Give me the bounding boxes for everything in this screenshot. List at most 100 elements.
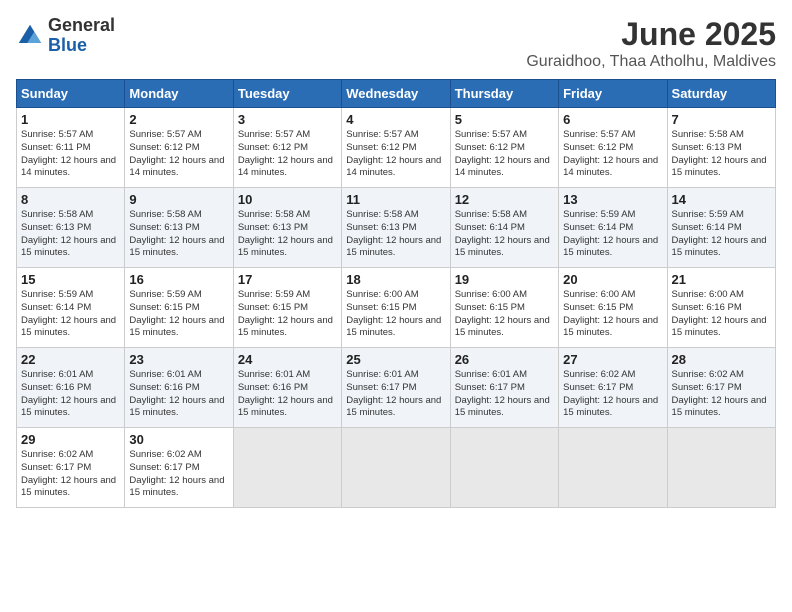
calendar-cell: 28 Sunrise: 6:02 AMSunset: 6:17 PMDayligh… (667, 348, 775, 428)
day-number: 12 (455, 192, 554, 207)
logo-general: General (48, 15, 115, 35)
day-number: 18 (346, 272, 445, 287)
day-number: 13 (563, 192, 662, 207)
calendar-cell: 30 Sunrise: 6:02 AMSunset: 6:17 PMDayligh… (125, 428, 233, 508)
day-info: Sunrise: 5:59 AMSunset: 6:14 PMDaylight:… (563, 209, 662, 260)
day-number: 24 (238, 352, 337, 367)
day-number: 7 (672, 112, 771, 127)
calendar-cell: 5Sunrise: 5:57 AMSunset: 6:12 PMDaylight… (450, 108, 558, 188)
day-number: 26 (455, 352, 554, 367)
calendar-cell: 4 Sunrise: 5:57 AMSunset: 6:12 PMDaylight… (342, 108, 450, 188)
day-info: Sunrise: 5:57 AMSunset: 6:12 PMDaylight:… (346, 129, 445, 180)
calendar-cell: 7 Sunrise: 5:58 AMSunset: 6:13 PMDaylight… (667, 108, 775, 188)
calendar-cell: 22Sunrise: 6:01 AMSunset: 6:16 PMDayligh… (17, 348, 125, 428)
calendar-table: Sunday Monday Tuesday Wednesday Thursday… (16, 79, 776, 508)
calendar-cell: 20 Sunrise: 6:00 AMSunset: 6:15 PMDayligh… (559, 268, 667, 348)
calendar-cell: 21Sunrise: 6:00 AMSunset: 6:16 PMDayligh… (667, 268, 775, 348)
day-info: Sunrise: 6:02 AMSunset: 6:17 PMDaylight:… (563, 369, 662, 420)
calendar-cell: 19Sunrise: 6:00 AMSunset: 6:15 PMDayligh… (450, 268, 558, 348)
day-info: Sunrise: 5:58 AMSunset: 6:14 PMDaylight:… (455, 209, 554, 260)
calendar-cell (233, 428, 341, 508)
calendar-cell: 29 Sunrise: 6:02 AMSunset: 6:17 PMDayligh… (17, 428, 125, 508)
calendar-cell (559, 428, 667, 508)
day-info: Sunrise: 5:57 AMSunset: 6:12 PMDaylight:… (129, 129, 228, 180)
calendar-cell: 2 Sunrise: 5:57 AMSunset: 6:12 PMDaylight… (125, 108, 233, 188)
day-info: Sunrise: 5:57 AMSunset: 6:12 PMDaylight:… (238, 129, 337, 180)
day-number: 25 (346, 352, 445, 367)
calendar-cell: 23 Sunrise: 6:01 AMSunset: 6:16 PMDayligh… (125, 348, 233, 428)
th-thursday: Thursday (450, 80, 558, 108)
day-number: 23 (129, 352, 228, 367)
day-info: Sunrise: 6:00 AMSunset: 6:15 PMDaylight:… (563, 289, 662, 340)
header: General Blue June 2025 Guraidhoo, Thaa A… (16, 16, 776, 71)
day-number: 20 (563, 272, 662, 287)
calendar-cell: 8 Sunrise: 5:58 AMSunset: 6:13 PMDaylight… (17, 188, 125, 268)
day-info: Sunrise: 6:01 AMSunset: 6:16 PMDaylight:… (129, 369, 228, 420)
calendar-cell: 17 Sunrise: 5:59 AMSunset: 6:15 PMDayligh… (233, 268, 341, 348)
day-number: 1 (21, 112, 120, 127)
day-number: 9 (129, 192, 228, 207)
calendar-week-2: 8 Sunrise: 5:58 AMSunset: 6:13 PMDaylight… (17, 188, 776, 268)
day-number: 27 (563, 352, 662, 367)
day-info: Sunrise: 5:58 AMSunset: 6:13 PMDaylight:… (238, 209, 337, 260)
calendar-cell (450, 428, 558, 508)
calendar-cell: 6 Sunrise: 5:57 AMSunset: 6:12 PMDaylight… (559, 108, 667, 188)
month-title: June 2025 (526, 16, 776, 53)
calendar-week-3: 15 Sunrise: 5:59 AMSunset: 6:14 PMDayligh… (17, 268, 776, 348)
calendar-cell (667, 428, 775, 508)
day-info: Sunrise: 6:01 AMSunset: 6:16 PMDaylight:… (21, 369, 120, 420)
day-info: Sunrise: 5:58 AMSunset: 6:13 PMDaylight:… (21, 209, 120, 260)
calendar-cell: 14 Sunrise: 5:59 AMSunset: 6:14 PMDayligh… (667, 188, 775, 268)
day-info: Sunrise: 6:02 AMSunset: 6:17 PMDaylight:… (21, 449, 120, 500)
th-sunday: Sunday (17, 80, 125, 108)
calendar-cell: 18 Sunrise: 6:00 AMSunset: 6:15 PMDayligh… (342, 268, 450, 348)
day-info: Sunrise: 6:01 AMSunset: 6:17 PMDaylight:… (346, 369, 445, 420)
day-info: Sunrise: 5:59 AMSunset: 6:14 PMDaylight:… (672, 209, 771, 260)
day-number: 8 (21, 192, 120, 207)
day-info: Sunrise: 5:58 AMSunset: 6:13 PMDaylight:… (129, 209, 228, 260)
day-number: 11 (346, 192, 445, 207)
calendar-cell: 11Sunrise: 5:58 AMSunset: 6:13 PMDayligh… (342, 188, 450, 268)
day-number: 28 (672, 352, 771, 367)
day-info: Sunrise: 6:01 AMSunset: 6:16 PMDaylight:… (238, 369, 337, 420)
day-info: Sunrise: 5:59 AMSunset: 6:14 PMDaylight:… (21, 289, 120, 340)
calendar-week-4: 22Sunrise: 6:01 AMSunset: 6:16 PMDayligh… (17, 348, 776, 428)
day-number: 30 (129, 432, 228, 447)
day-info: Sunrise: 5:57 AMSunset: 6:11 PMDaylight:… (21, 129, 120, 180)
calendar-week-5: 29 Sunrise: 6:02 AMSunset: 6:17 PMDayligh… (17, 428, 776, 508)
calendar-cell (342, 428, 450, 508)
calendar-cell: 13 Sunrise: 5:59 AMSunset: 6:14 PMDayligh… (559, 188, 667, 268)
day-number: 29 (21, 432, 120, 447)
day-number: 10 (238, 192, 337, 207)
day-number: 3 (238, 112, 337, 127)
calendar-cell: 9 Sunrise: 5:58 AMSunset: 6:13 PMDaylight… (125, 188, 233, 268)
calendar-cell: 12 Sunrise: 5:58 AMSunset: 6:14 PMDayligh… (450, 188, 558, 268)
th-wednesday: Wednesday (342, 80, 450, 108)
logo: General Blue (16, 16, 115, 56)
day-info: Sunrise: 6:02 AMSunset: 6:17 PMDaylight:… (672, 369, 771, 420)
day-info: Sunrise: 5:58 AMSunset: 6:13 PMDaylight:… (672, 129, 771, 180)
day-number: 16 (129, 272, 228, 287)
day-number: 17 (238, 272, 337, 287)
day-number: 6 (563, 112, 662, 127)
day-info: Sunrise: 5:57 AMSunset: 6:12 PMDaylight:… (563, 129, 662, 180)
day-number: 2 (129, 112, 228, 127)
th-tuesday: Tuesday (233, 80, 341, 108)
day-number: 5 (455, 112, 554, 127)
day-info: Sunrise: 5:59 AMSunset: 6:15 PMDaylight:… (238, 289, 337, 340)
logo-blue: Blue (48, 35, 87, 55)
day-info: Sunrise: 6:02 AMSunset: 6:17 PMDaylight:… (129, 449, 228, 500)
day-number: 14 (672, 192, 771, 207)
day-info: Sunrise: 6:01 AMSunset: 6:17 PMDaylight:… (455, 369, 554, 420)
calendar-cell: 1 Sunrise: 5:57 AMSunset: 6:11 PMDaylight… (17, 108, 125, 188)
day-number: 4 (346, 112, 445, 127)
th-monday: Monday (125, 80, 233, 108)
day-number: 15 (21, 272, 120, 287)
calendar-week-1: 1 Sunrise: 5:57 AMSunset: 6:11 PMDaylight… (17, 108, 776, 188)
calendar-cell: 27 Sunrise: 6:02 AMSunset: 6:17 PMDayligh… (559, 348, 667, 428)
day-info: Sunrise: 6:00 AMSunset: 6:16 PMDaylight:… (672, 289, 771, 340)
calendar-cell: 25 Sunrise: 6:01 AMSunset: 6:17 PMDayligh… (342, 348, 450, 428)
calendar-cell: 10 Sunrise: 5:58 AMSunset: 6:13 PMDayligh… (233, 188, 341, 268)
day-info: Sunrise: 6:00 AMSunset: 6:15 PMDaylight:… (455, 289, 554, 340)
day-info: Sunrise: 6:00 AMSunset: 6:15 PMDaylight:… (346, 289, 445, 340)
